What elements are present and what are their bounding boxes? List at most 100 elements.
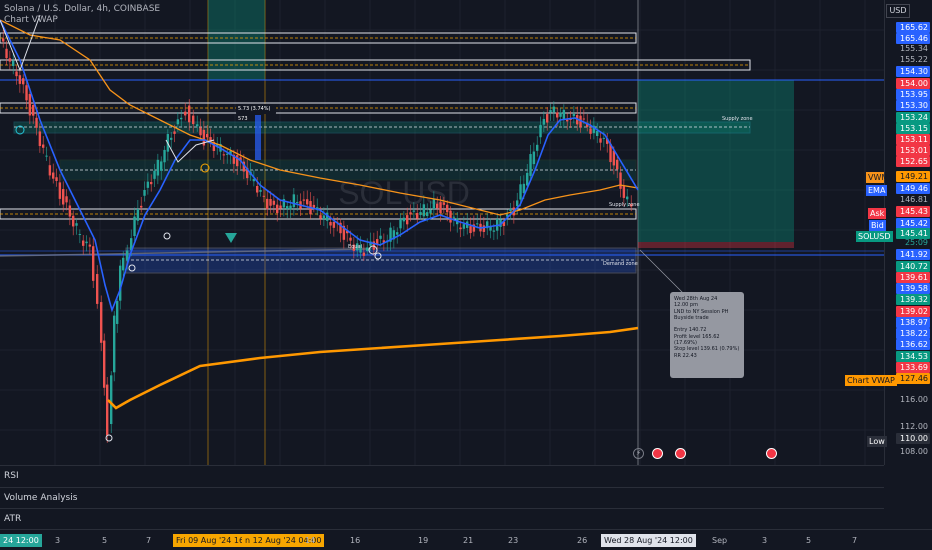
trade-note-line: RR 22.43 bbox=[674, 352, 697, 359]
chart-vwap-label: Chart VWAP bbox=[845, 375, 897, 386]
price-level-label: 154.00 bbox=[896, 77, 930, 89]
candle-body bbox=[366, 247, 369, 251]
time-start-label: 24 12:00 bbox=[0, 534, 42, 547]
indicator-chart-vwap[interactable]: Chart VWAP bbox=[4, 15, 160, 26]
candle-body bbox=[226, 153, 229, 155]
candle-body bbox=[492, 230, 496, 232]
long-position-target-zone bbox=[638, 80, 794, 242]
candle-body bbox=[362, 252, 366, 256]
candle-body bbox=[176, 119, 180, 125]
candle-body bbox=[256, 185, 259, 193]
candle-body bbox=[18, 75, 22, 84]
candle-body bbox=[272, 200, 276, 205]
time-tick-label: 5 bbox=[102, 536, 108, 545]
candle-body bbox=[516, 200, 519, 207]
candle-body bbox=[616, 159, 619, 170]
ask-label: Ask bbox=[868, 208, 887, 219]
rsi-pane[interactable]: RSI bbox=[0, 465, 884, 487]
candle-body bbox=[349, 237, 352, 241]
candle-body bbox=[329, 222, 332, 226]
candle-body bbox=[22, 78, 25, 85]
price-chart[interactable]: SOLUSD bbox=[0, 0, 884, 465]
candle-body bbox=[406, 215, 409, 225]
candle-body bbox=[596, 131, 599, 136]
candle-body bbox=[72, 215, 75, 227]
time-highlight-current: Wed 28 Aug '24 12:00 bbox=[601, 534, 696, 547]
candle-body bbox=[522, 183, 526, 194]
candle-body bbox=[402, 217, 406, 222]
price-level-label: 155.22 bbox=[900, 55, 928, 64]
solusd-label: SOLUSD bbox=[856, 231, 893, 242]
candle-body bbox=[163, 149, 166, 163]
candle-body bbox=[459, 227, 462, 230]
lightning-icon[interactable]: ⚡ bbox=[633, 448, 644, 459]
trade-note[interactable]: Wed 28th Aug 24 12.00 pm LND to NY Session… bbox=[670, 292, 744, 378]
price-level-label: 110.00 bbox=[896, 432, 930, 444]
candle-body bbox=[122, 257, 125, 271]
bid-label: Bid bbox=[869, 220, 886, 231]
price-level-label: 153.24 bbox=[896, 111, 930, 123]
us-flag-icon[interactable] bbox=[652, 448, 663, 459]
atr-pane[interactable]: ATR bbox=[0, 508, 884, 529]
currency-selector[interactable]: USD bbox=[886, 4, 910, 18]
candle-body bbox=[439, 202, 442, 214]
price-level-label: 145.42 bbox=[896, 217, 930, 229]
time-tick-label: 7 bbox=[852, 536, 858, 545]
candle-body bbox=[626, 196, 629, 200]
supply-zone-label-2: Supply zone bbox=[609, 202, 640, 208]
price-level-label: 139.02 bbox=[896, 305, 930, 317]
price-level-label: 25:09 bbox=[904, 238, 928, 247]
time-tick-label: 16 bbox=[350, 536, 361, 545]
vwma-label: VWMA bbox=[866, 172, 894, 183]
candle-body bbox=[55, 177, 58, 181]
symbol-title[interactable]: Solana / U.S. Dollar, 4h, COINBASE bbox=[4, 4, 160, 15]
candle-body bbox=[602, 137, 606, 139]
candle-body bbox=[409, 212, 412, 215]
candle-body bbox=[399, 219, 402, 229]
candle-body bbox=[85, 241, 88, 244]
candle-body bbox=[35, 117, 38, 128]
time-tick-label: 14 bbox=[305, 536, 316, 545]
candle-body bbox=[539, 124, 542, 138]
time-tick-label: 3 bbox=[55, 536, 61, 545]
candle-body bbox=[133, 216, 136, 237]
price-level-label: 152.65 bbox=[896, 155, 930, 167]
candle-body bbox=[532, 151, 536, 165]
candle-body bbox=[619, 172, 622, 189]
price-level-label: 149.21 bbox=[896, 170, 930, 182]
price-level-label: 165.62 bbox=[896, 21, 930, 33]
price-level-label: 153.30 bbox=[896, 99, 930, 111]
us-flag-icon[interactable] bbox=[766, 448, 777, 459]
candle-body bbox=[188, 105, 191, 123]
candle-body bbox=[582, 118, 586, 120]
candle-body bbox=[312, 204, 316, 208]
us-flag-icon[interactable] bbox=[675, 448, 686, 459]
time-tick-label: 26 bbox=[577, 536, 588, 545]
price-level-label: 153.95 bbox=[896, 88, 930, 100]
candle-body bbox=[396, 232, 399, 235]
candle-body bbox=[296, 201, 299, 204]
candle-body bbox=[150, 181, 153, 185]
candle-body bbox=[8, 58, 12, 62]
candle-body bbox=[562, 109, 566, 120]
candle-body bbox=[332, 221, 336, 228]
candle-body bbox=[116, 300, 119, 324]
candle-body bbox=[622, 186, 626, 198]
candle-body bbox=[156, 159, 160, 176]
candle-body bbox=[88, 244, 92, 247]
candle-body bbox=[542, 118, 546, 125]
candle-body bbox=[236, 155, 239, 167]
candle-body bbox=[292, 194, 296, 208]
time-tick-label: 7 bbox=[146, 536, 152, 545]
price-level-label: 134.53 bbox=[896, 350, 930, 362]
candle-body bbox=[432, 199, 436, 210]
candle-body bbox=[422, 204, 426, 217]
candle-body bbox=[279, 205, 282, 209]
candle-body bbox=[32, 104, 35, 116]
candle-body bbox=[52, 172, 55, 179]
candle-body bbox=[519, 184, 522, 200]
time-axis[interactable]: 24 12:00 Fri 09 Aug '24 16:00 n 12 Aug '… bbox=[0, 529, 932, 550]
volume-pane[interactable]: Volume Analysis bbox=[0, 487, 884, 508]
candle-body bbox=[136, 209, 140, 221]
candle-body bbox=[546, 114, 549, 123]
